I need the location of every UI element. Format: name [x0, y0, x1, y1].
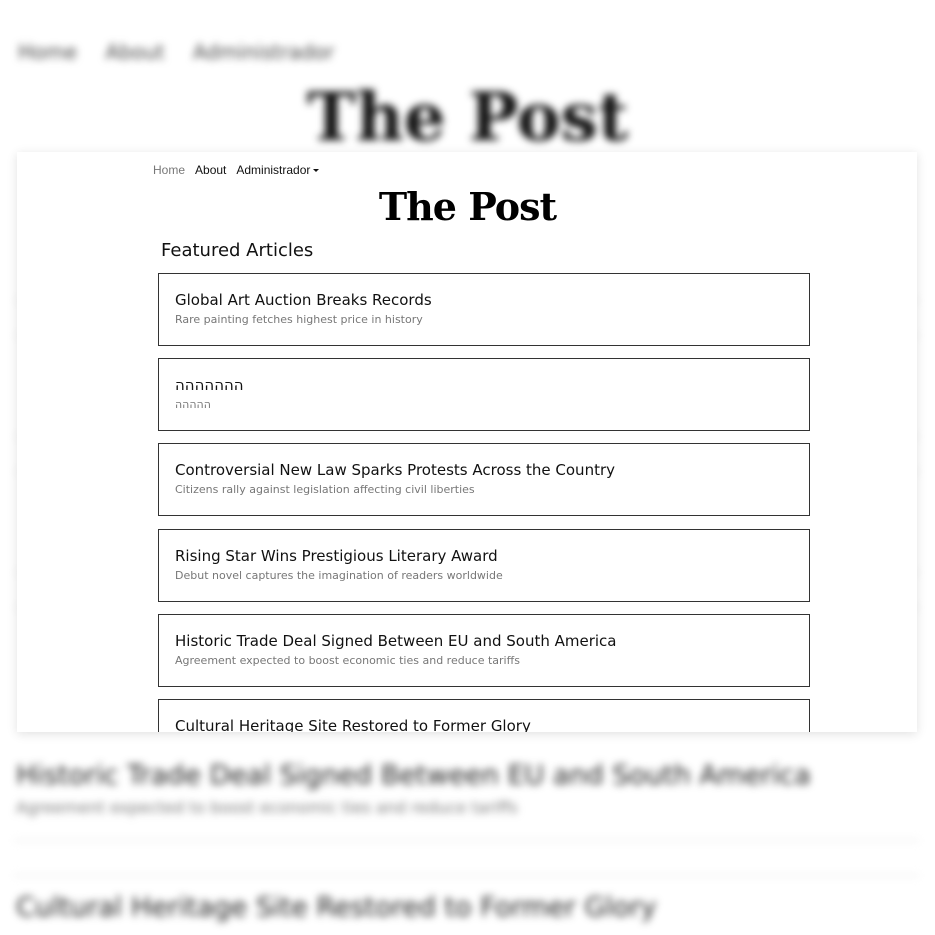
background-logo: The Post: [306, 78, 629, 156]
article-subtitle: Citizens rally against legislation affec…: [175, 483, 475, 497]
article-card[interactable]: Controversial New Law Sparks Protests Ac…: [158, 443, 810, 517]
article-title: Global Art Auction Breaks Records: [175, 291, 432, 309]
background-article-title: Historic Trade Deal Signed Between EU an…: [16, 760, 811, 791]
article-subtitle: ההההה: [175, 398, 211, 412]
section-title: Featured Articles: [161, 240, 314, 261]
article-title: Cultural Heritage Site Restored to Forme…: [175, 716, 531, 732]
background-nav-home: Home: [18, 40, 78, 64]
article-title: Controversial New Law Sparks Protests Ac…: [175, 461, 615, 480]
nav-about-link[interactable]: About: [195, 163, 226, 177]
article-subtitle: Rare painting fetches highest price in h…: [175, 313, 423, 326]
page-preview-window: Home About Administrador The Post Featur…: [17, 152, 917, 732]
background-nav-admin: Administrador: [192, 40, 335, 64]
background-article-title: Cultural Heritage Site Restored to Forme…: [16, 892, 657, 923]
top-nav: Home About Administrador: [153, 163, 329, 177]
article-card[interactable]: Rising Star Wins Prestigious Literary Aw…: [158, 528, 810, 602]
nav-admin-label: Administrador: [236, 163, 311, 177]
article-card[interactable]: Cultural Heritage Site Restored to Forme…: [158, 698, 810, 732]
site-logo[interactable]: The Post: [17, 184, 917, 229]
background-nav-about: About: [105, 40, 165, 64]
article-card[interactable]: ההההההה ההההה: [158, 358, 810, 432]
background-article-subtitle: Agreement expected to boost economic tie…: [16, 798, 518, 817]
article-title: ההההההה: [175, 376, 244, 395]
background-row: [14, 840, 919, 876]
caret-down-icon: [313, 169, 320, 173]
article-subtitle: Debut novel captures the imagination of …: [175, 568, 503, 582]
article-title: Historic Trade Deal Signed Between EU an…: [175, 631, 617, 650]
article-card[interactable]: Historic Trade Deal Signed Between EU an…: [158, 613, 810, 687]
nav-admin-dropdown[interactable]: Administrador: [236, 163, 320, 177]
nav-home-link[interactable]: Home: [153, 163, 185, 177]
article-list: Global Art Auction Breaks Records Rare p…: [158, 273, 810, 732]
background-nav: Home About Administrador: [18, 40, 356, 64]
article-subtitle: Agreement expected to boost economic tie…: [175, 653, 520, 667]
article-card[interactable]: Global Art Auction Breaks Records Rare p…: [158, 273, 810, 346]
article-title: Rising Star Wins Prestigious Literary Aw…: [175, 546, 498, 565]
